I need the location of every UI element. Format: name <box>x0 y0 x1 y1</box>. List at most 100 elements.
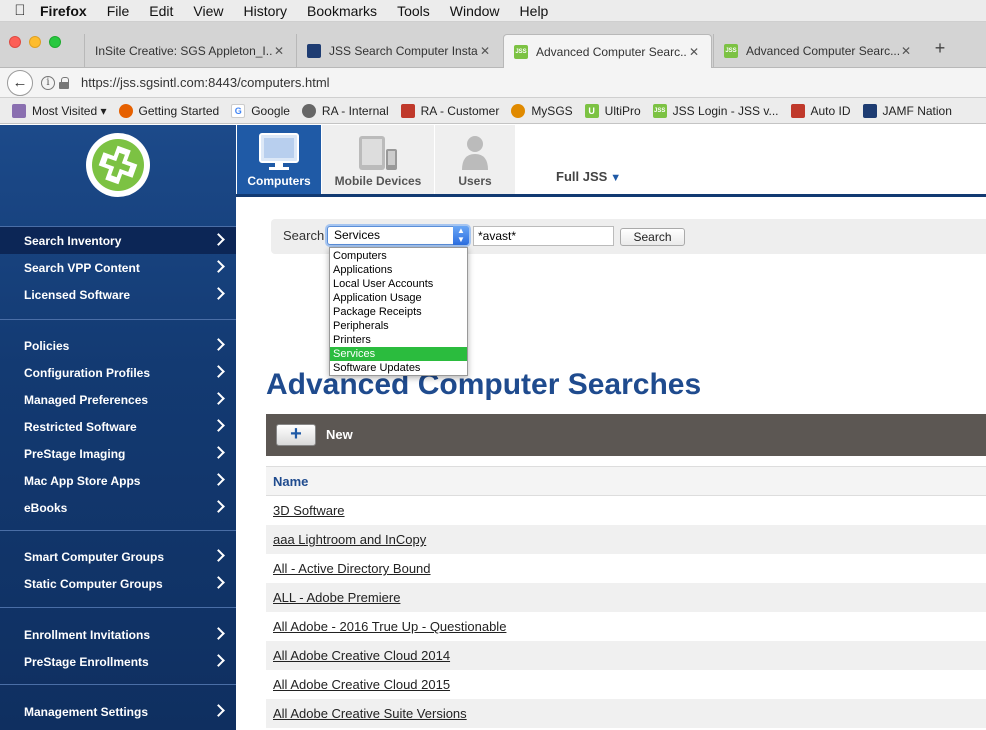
bookmark-google[interactable]: G Google <box>231 103 290 118</box>
bookmark-mysgs[interactable]: MySGS <box>511 103 573 118</box>
info-icon[interactable]: i <box>41 75 55 90</box>
window-close-button[interactable] <box>9 36 21 48</box>
search-input[interactable]: *avast* <box>473 226 614 246</box>
window-minimize-button[interactable] <box>29 36 41 48</box>
full-jss-dropdown[interactable]: Full JSS ▼ <box>556 169 621 184</box>
sidebar-item-label: Licensed Software <box>24 287 131 302</box>
option-software-updates[interactable]: Software Updates <box>330 361 467 375</box>
browser-tab-4[interactable]: JSS Advanced Computer Searc... ✕ <box>713 34 923 68</box>
sidebar-item-ebooks[interactable]: eBooks <box>0 494 236 521</box>
sidebar-item-managed-preferences[interactable]: Managed Preferences <box>0 386 236 413</box>
jss-icon: JSS <box>652 103 667 118</box>
row-link[interactable]: All Adobe Creative Cloud 2015 <box>273 677 450 692</box>
tab-close-icon[interactable]: ✕ <box>899 44 913 58</box>
sidebar-item-search-inventory[interactable]: Search Inventory <box>0 227 236 254</box>
tab-label: Mobile Devices <box>334 174 422 188</box>
bookmark-most-visited[interactable]: Most Visited ▾ <box>12 103 107 118</box>
row-link[interactable]: aaa Lightroom and InCopy <box>273 532 426 547</box>
option-applications[interactable]: Applications <box>330 263 467 277</box>
option-computers[interactable]: Computers <box>330 249 467 263</box>
sidebar-item-smart-computer-groups[interactable]: Smart Computer Groups <box>0 543 236 570</box>
chevron-right-icon <box>212 419 225 432</box>
option-services[interactable]: Services <box>330 347 467 361</box>
chevron-right-icon <box>212 233 225 246</box>
search-button[interactable]: Search <box>620 228 685 246</box>
row-link[interactable]: All Adobe Creative Suite Versions <box>273 706 467 721</box>
chevron-right-icon <box>212 576 225 589</box>
menu-tools[interactable]: Tools <box>397 3 430 19</box>
table-row: All - Active Directory Bound <box>266 554 986 583</box>
menu-file[interactable]: File <box>107 3 130 19</box>
table-row: aaa Lightroom and InCopy <box>266 525 986 554</box>
option-package-receipts[interactable]: Package Receipts <box>330 305 467 319</box>
sidebar-item-label: Management Settings <box>24 704 149 719</box>
globe-icon <box>301 103 316 118</box>
bookmarks-toolbar: Most Visited ▾ Getting Started G Google … <box>0 98 986 124</box>
sidebar-item-label: Policies <box>24 338 70 353</box>
tab-close-icon[interactable]: ✕ <box>272 44 286 58</box>
sidebar-item-mac-app-store-apps[interactable]: Mac App Store Apps <box>0 467 236 494</box>
menu-view[interactable]: View <box>193 3 223 19</box>
tab-close-icon[interactable]: ✕ <box>478 44 492 58</box>
row-link[interactable]: All - Active Directory Bound <box>273 561 431 576</box>
back-arrow-icon[interactable]: ← <box>7 69 33 96</box>
browser-tab-1[interactable]: InSite Creative: SGS Appleton_I... ✕ <box>84 34 296 68</box>
search-type-options: Computers Applications Local User Accoun… <box>329 247 468 376</box>
sidebar-item-label: Smart Computer Groups <box>24 549 165 564</box>
sidebar-item-search-vpp[interactable]: Search VPP Content <box>0 254 236 281</box>
row-link[interactable]: All Adobe Creative Cloud 2014 <box>273 648 450 663</box>
sidebar-item-label: Restricted Software <box>24 419 137 434</box>
bookmark-auto-id[interactable]: Auto ID <box>790 103 851 118</box>
row-link[interactable]: 3D Software <box>273 503 345 518</box>
sidebar-group-groups: Smart Computer Groups Static Computer Gr… <box>0 530 236 597</box>
browser-tab-2[interactable]: JSS Search Computer Insta... ✕ <box>296 34 502 68</box>
bookmark-jamf-nation[interactable]: JAMF Nation <box>862 103 952 118</box>
nav-bar: ← i https://jss.sgsintl.com:8443/compute… <box>0 68 986 98</box>
firefox-icon <box>118 103 133 118</box>
bookmark-ra-internal[interactable]: RA - Internal <box>301 103 389 118</box>
menu-history[interactable]: History <box>243 3 287 19</box>
tab-close-icon[interactable]: ✕ <box>687 45 701 59</box>
sidebar-item-label: PreStage Imaging <box>24 446 126 461</box>
bookmark-ultipro[interactable]: U UltiPro <box>584 103 641 118</box>
tab-users[interactable]: Users <box>435 125 515 194</box>
menu-help[interactable]: Help <box>520 3 549 19</box>
window-zoom-button[interactable] <box>49 36 61 48</box>
lock-icon[interactable] <box>59 76 71 89</box>
url-field[interactable]: https://jss.sgsintl.com:8443/computers.h… <box>81 75 330 90</box>
option-local-user-accounts[interactable]: Local User Accounts <box>330 277 467 291</box>
bookmark-jss-login[interactable]: JSS JSS Login - JSS v... <box>652 103 779 118</box>
bookmark-ra-customer[interactable]: RA - Customer <box>400 103 499 118</box>
new-plus-icon[interactable]: + <box>276 424 316 446</box>
sidebar-item-policies[interactable]: Policies <box>0 332 236 359</box>
column-header-name[interactable]: Name <box>266 466 986 496</box>
apple-icon[interactable]:  <box>0 2 40 19</box>
sidebar: Search Inventory Search VPP Content Lice… <box>0 125 236 730</box>
menu-edit[interactable]: Edit <box>149 3 173 19</box>
menu-window[interactable]: Window <box>450 3 500 19</box>
sidebar-item-licensed-software[interactable]: Licensed Software <box>0 281 236 308</box>
new-button-label[interactable]: New <box>326 427 353 442</box>
sidebar-item-restricted-software[interactable]: Restricted Software <box>0 413 236 440</box>
option-peripherals[interactable]: Peripherals <box>330 319 467 333</box>
bookmark-getting-started[interactable]: Getting Started <box>118 103 219 118</box>
sidebar-item-management-settings[interactable]: Management Settings <box>0 698 236 725</box>
sidebar-item-enrollment-invitations[interactable]: Enrollment Invitations <box>0 621 236 648</box>
search-type-select[interactable]: Services ▲ ▼ <box>327 226 469 245</box>
sidebar-item-static-computer-groups[interactable]: Static Computer Groups <box>0 570 236 597</box>
tab-computers[interactable]: Computers <box>237 125 321 194</box>
sidebar-item-prestage-imaging[interactable]: PreStage Imaging <box>0 440 236 467</box>
option-printers[interactable]: Printers <box>330 333 467 347</box>
row-link[interactable]: All Adobe - 2016 True Up - Questionable <box>273 619 506 634</box>
mac-menubar:  Firefox File Edit View History Bookmar… <box>0 0 986 22</box>
menu-app-firefox[interactable]: Firefox <box>40 3 87 19</box>
menu-bookmarks[interactable]: Bookmarks <box>307 3 377 19</box>
jss-logo-icon[interactable] <box>86 133 150 197</box>
sidebar-item-configuration-profiles[interactable]: Configuration Profiles <box>0 359 236 386</box>
sidebar-item-prestage-enrollments[interactable]: PreStage Enrollments <box>0 648 236 675</box>
new-tab-plus-icon[interactable]: + <box>928 36 952 60</box>
browser-tab-3-active[interactable]: JSS Advanced Computer Searc... ✕ <box>503 34 712 68</box>
tab-mobile-devices[interactable]: Mobile Devices <box>322 125 434 194</box>
option-application-usage[interactable]: Application Usage <box>330 291 467 305</box>
row-link[interactable]: ALL - Adobe Premiere <box>273 590 400 605</box>
